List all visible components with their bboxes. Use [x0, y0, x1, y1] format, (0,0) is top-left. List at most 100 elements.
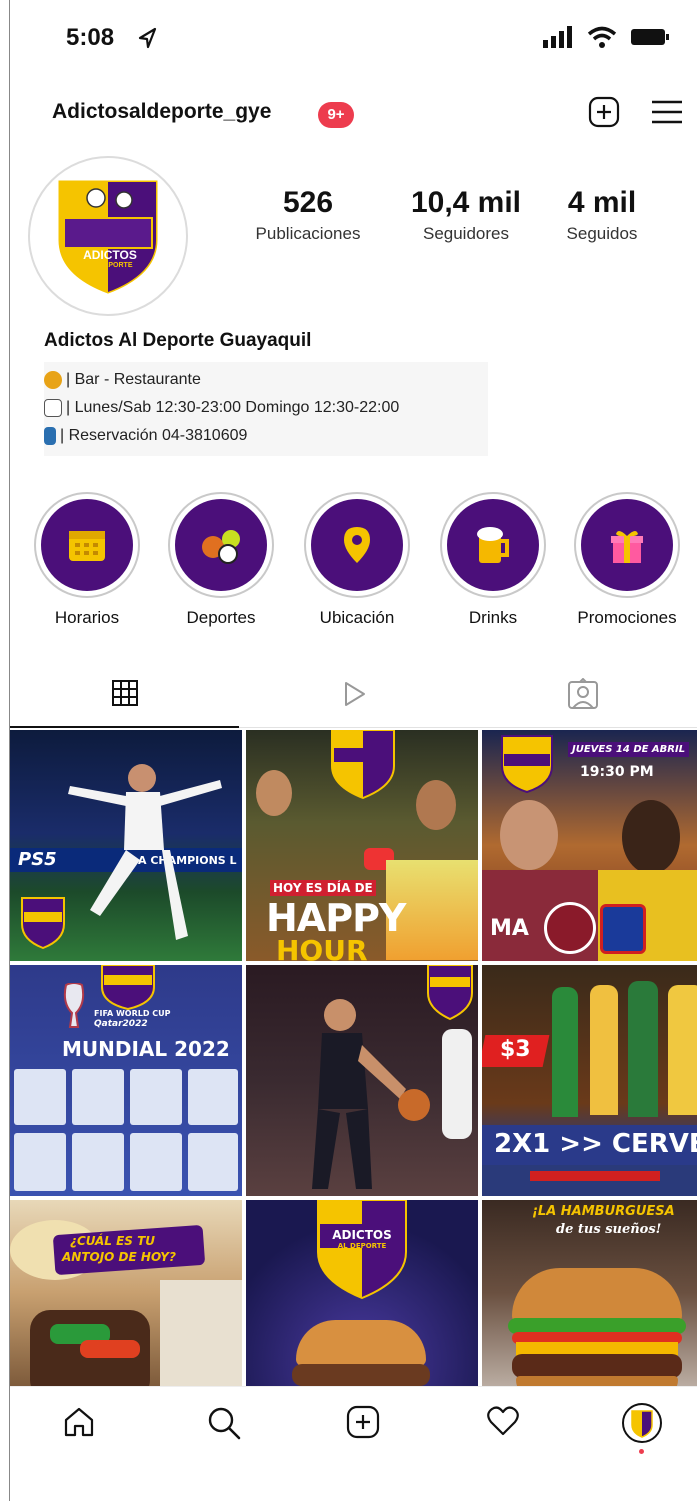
- profile-avatar[interactable]: ADICTOS AL DEPORTE: [28, 156, 188, 316]
- stat-followers[interactable]: 10,4 mil Seguidores: [402, 186, 530, 244]
- highlight-label: Drinks: [468, 608, 518, 627]
- grid-icon: [111, 680, 138, 706]
- highlight-label: Ubicación: [319, 608, 395, 627]
- highlight-drinks[interactable]: Drinks: [438, 492, 548, 628]
- highlight-cover: [447, 499, 539, 591]
- highlight-ring: [168, 492, 274, 598]
- post-text: ¿CUÁL ES TU: [70, 1234, 156, 1248]
- beer-emoji-icon: [44, 371, 62, 389]
- bio-line-text: | Lunes/Sab 12:30-23:00 Domingo 12:30-22…: [66, 399, 400, 416]
- post-thumbnail[interactable]: ¡LA HAMBURGUESA de tus sueños!: [482, 1200, 697, 1386]
- beer-bottle: [668, 985, 697, 1115]
- battery-icon: [631, 27, 669, 52]
- logo-title: ADICTOS: [83, 248, 137, 262]
- posts-grid: PS5 A CHAMPIONS L HOY ES DÍA DE HAPPY HO…: [10, 730, 697, 1386]
- post-text: FIFA WORLD CUP: [94, 1009, 171, 1018]
- highlight-ring: [304, 492, 410, 598]
- tab-reels[interactable]: [239, 660, 468, 728]
- create-post-icon[interactable]: [346, 1405, 380, 1444]
- signal-icon: [543, 26, 573, 53]
- stat-value: 526: [282, 186, 334, 219]
- watermark-logo-icon: [21, 897, 65, 950]
- highlight-promociones[interactable]: Promociones: [572, 492, 682, 628]
- person-face: [416, 780, 456, 830]
- highlight-label: Horarios: [54, 608, 120, 627]
- calendar-icon: [69, 531, 105, 561]
- watermark-logo-icon: [331, 730, 395, 800]
- activity-heart-icon[interactable]: [486, 1405, 520, 1442]
- post-text: ADICTOS: [332, 1228, 392, 1242]
- team-crest-icon: [544, 902, 596, 954]
- post-thumbnail[interactable]: FIFA WORLD CUP Qatar2022 MUNDIAL 2022: [10, 965, 242, 1196]
- notification-badge[interactable]: 9+: [318, 102, 354, 128]
- stat-label: Seguidores: [422, 224, 509, 243]
- logo-subtitle: AL DEPORTE: [87, 262, 133, 269]
- profile-tabs: [10, 660, 697, 728]
- status-bar: 5:08: [0, 0, 697, 80]
- referee: [442, 1029, 472, 1139]
- active-dot: [639, 1449, 644, 1454]
- highlight-label: Promociones: [577, 608, 677, 627]
- highlight-ring: [574, 492, 680, 598]
- burger-patty: [292, 1364, 430, 1386]
- world-cup-trophy-icon: [63, 983, 85, 1028]
- beer-bottle: [590, 985, 618, 1115]
- bio-line-text: | Bar - Restaurante: [66, 371, 201, 388]
- post-text: MA: [490, 916, 529, 941]
- post-text: $3: [500, 1037, 531, 1062]
- home-icon[interactable]: [62, 1405, 96, 1444]
- post-thumbnail[interactable]: ¿CUÁL ES TU ANTOJO DE HOY?: [10, 1200, 242, 1386]
- post-text: ¡LA HAMBURGUESA: [532, 1204, 675, 1219]
- burrito: [160, 1280, 242, 1386]
- bio-line: | Reservación 04-3810609: [44, 422, 480, 450]
- post-thumbnail[interactable]: $3 2X1 >> CERVEZ: [482, 965, 697, 1196]
- highlight-cover: [581, 499, 673, 591]
- post-thumbnail[interactable]: [246, 965, 478, 1196]
- post-text: ANTOJO DE HOY?: [62, 1250, 176, 1264]
- player-face: [500, 800, 558, 870]
- tab-grid[interactable]: [10, 660, 239, 728]
- tab-tagged[interactable]: [468, 660, 697, 728]
- stat-posts[interactable]: 526 Publicaciones: [242, 186, 374, 244]
- watermark-logo-icon: [501, 735, 553, 794]
- search-icon[interactable]: [206, 1405, 242, 1446]
- beer-bottle: [628, 981, 658, 1117]
- highlight-label: Deportes: [186, 608, 256, 627]
- highlight-ring: [440, 492, 546, 598]
- player-face: [622, 800, 680, 874]
- username[interactable]: Adictosaldeporte_gye: [52, 100, 271, 124]
- post-text: de tus sueños!: [556, 1222, 662, 1237]
- post-thumbnail[interactable]: JUEVES 14 DE ABRIL 19:30 PM MA: [482, 730, 697, 961]
- post-thumbnail[interactable]: PS5 A CHAMPIONS L: [10, 730, 242, 961]
- profile-header: Adictosaldeporte_gye 9+: [0, 90, 697, 140]
- menu-icon[interactable]: [650, 96, 684, 133]
- location-arrow-icon: [136, 26, 158, 55]
- groups-table: [14, 1069, 238, 1193]
- calendar-emoji-icon: [44, 399, 62, 417]
- profile-tab-avatar[interactable]: [622, 1403, 662, 1454]
- highlight-horarios[interactable]: Horarios: [32, 492, 142, 628]
- beer-mug-icon: [477, 527, 509, 563]
- bio-name: Adictos Al Deporte Guayaquil: [44, 330, 312, 351]
- gift-icon: [611, 530, 643, 563]
- post-text: MUNDIAL 2022: [62, 1037, 230, 1061]
- tagged-person-icon: [567, 678, 598, 709]
- new-post-icon[interactable]: [588, 96, 620, 133]
- post-thumbnail[interactable]: ADICTOS AL DEPORTE: [246, 1200, 478, 1386]
- wifi-icon: [587, 26, 617, 53]
- stat-label: Seguidos: [566, 224, 638, 243]
- post-text: JUEVES 14 DE ABRIL: [568, 742, 690, 757]
- highlight-cover: [41, 499, 133, 591]
- post-text: AL DEPORTE: [337, 1242, 387, 1250]
- reels-play-icon: [344, 682, 365, 706]
- highlight-ring: [34, 492, 140, 598]
- stat-following[interactable]: 4 mil Seguidos: [552, 186, 652, 244]
- bio: Adictos Al Deporte Guayaquil | Bar - Res…: [44, 330, 504, 456]
- highlight-ubicacion[interactable]: Ubicación: [302, 492, 412, 628]
- shield-logo-icon: [58, 180, 158, 294]
- post-text: Qatar2022: [94, 1019, 148, 1029]
- highlight-deportes[interactable]: Deportes: [166, 492, 276, 628]
- burger-bun: [516, 1376, 678, 1386]
- post-thumbnail[interactable]: HOY ES DÍA DE HAPPY HOUR: [246, 730, 478, 961]
- player-figure: [312, 999, 430, 1189]
